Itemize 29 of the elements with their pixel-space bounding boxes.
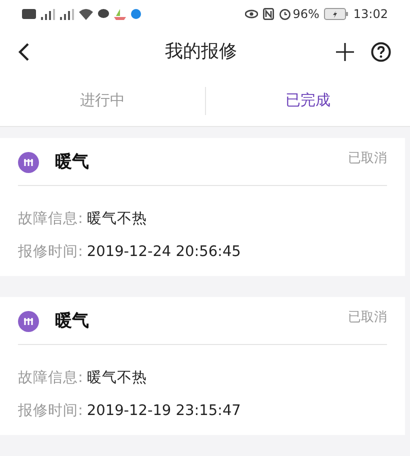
repair-title: 暖气	[55, 151, 89, 174]
battery-percent: 96%	[292, 6, 320, 23]
time-label: 报修时间:	[18, 242, 83, 262]
add-button[interactable]	[334, 40, 356, 62]
tab[interactable]: 已完成	[285, 89, 330, 112]
time-value: 2019-12-19 23:15:47	[86, 402, 241, 421]
alarm-icon	[278, 8, 291, 20]
fault-value: 暖气不热	[86, 210, 147, 229]
radiator-icon	[18, 311, 39, 332]
radiator-icon	[18, 152, 39, 174]
chat-icon	[98, 9, 109, 19]
page-title: 我的报修	[165, 40, 237, 64]
battery-icon	[324, 8, 348, 20]
time-value: 2019-12-24 20:56:45	[86, 242, 241, 262]
fault-value: 暖气不热	[86, 369, 147, 388]
wifi-icon	[79, 8, 93, 20]
signal-icon	[60, 8, 74, 20]
repair-title: 暖气	[55, 310, 89, 333]
fault-label: 故障信息:	[18, 210, 83, 229]
nfc-icon	[262, 8, 274, 20]
clock-time: 13:02	[353, 6, 388, 23]
order-status: 已取消	[348, 309, 387, 327]
boat-icon	[114, 8, 126, 20]
order-status: 已取消	[348, 150, 387, 168]
time-label: 报修时间:	[18, 402, 83, 421]
fault-label: 故障信息:	[18, 368, 83, 388]
help-button[interactable]	[370, 40, 392, 62]
eye-icon	[244, 9, 258, 19]
signal-icon	[41, 8, 55, 20]
